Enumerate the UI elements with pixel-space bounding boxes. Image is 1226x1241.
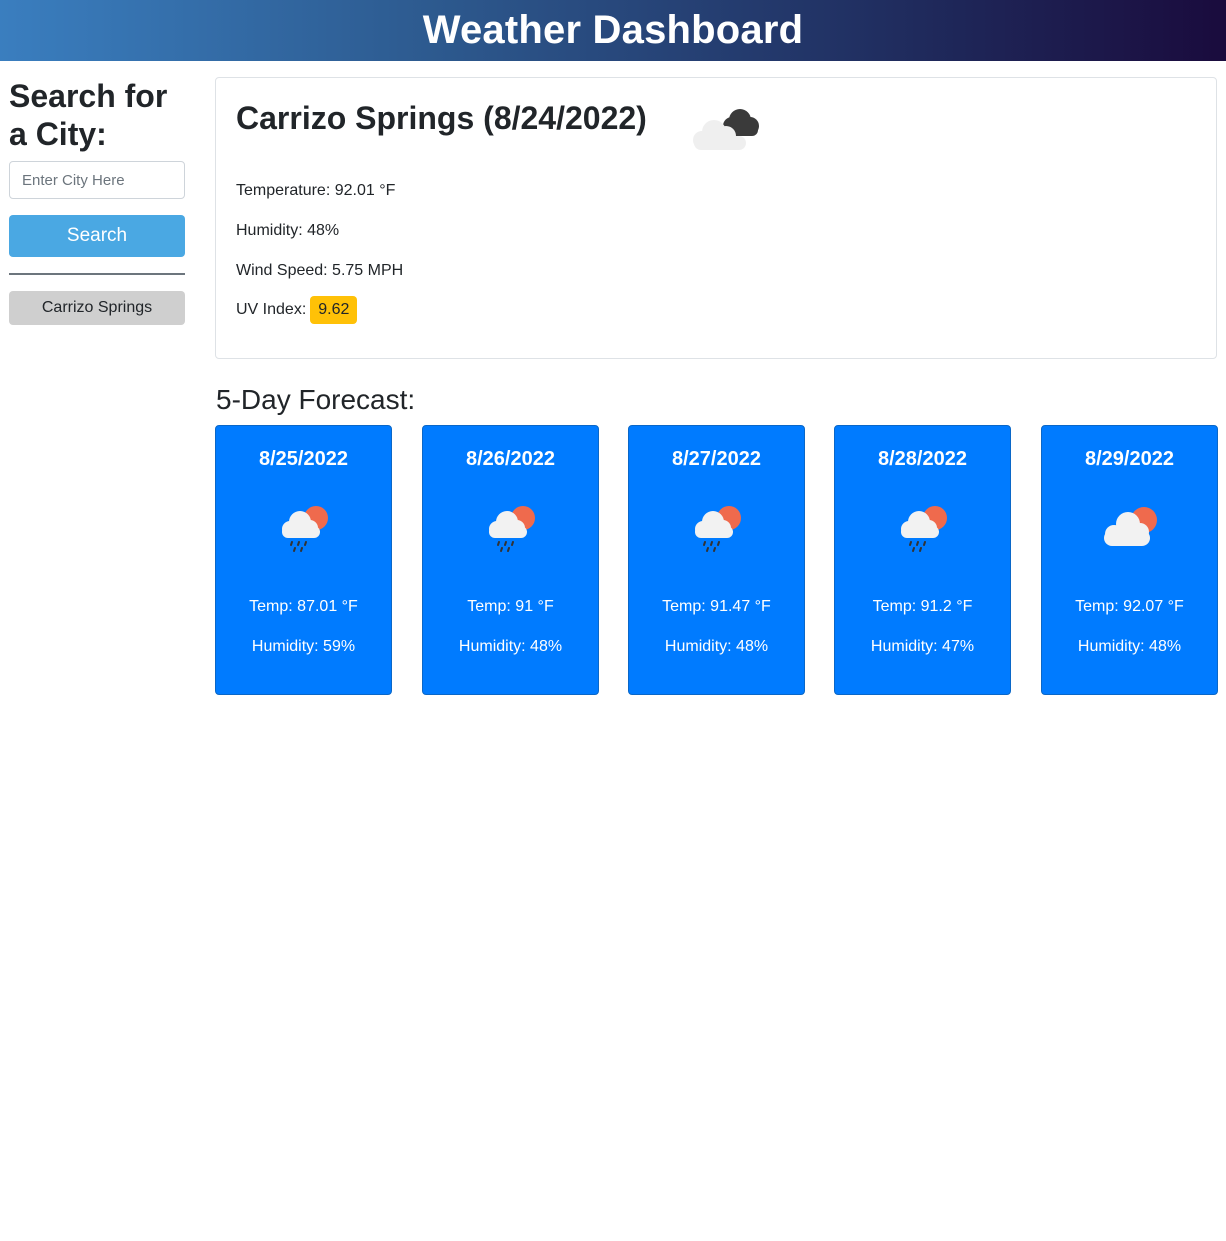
rain-cloud-sun-icon — [901, 506, 947, 552]
forecast-temp: Temp: 91.2 °F — [872, 598, 973, 615]
overcast-clouds-icon — [693, 109, 759, 150]
rain-cloud-sun-icon — [695, 506, 741, 552]
uv-label: UV Index: — [236, 301, 307, 318]
search-button[interactable]: Search — [9, 215, 185, 257]
forecast-temp: Temp: 91 °F — [467, 598, 554, 615]
forecast-humidity: Humidity: 47% — [870, 638, 975, 655]
city-search-input[interactable] — [9, 161, 185, 199]
current-city-title: Carrizo Springs (8/24/2022) — [236, 100, 647, 136]
forecast-date: 8/26/2022 — [466, 448, 555, 470]
forecast-heading: 5-Day Forecast: — [216, 384, 416, 415]
current-humidity: Humidity: 48% — [236, 222, 340, 239]
search-sidebar: Search for a City: Search Carrizo Spring… — [9, 77, 185, 325]
forecast-card: 8/29/2022 Temp: 92.07 °F Humidity: 48% — [1041, 425, 1218, 695]
sidebar-divider — [9, 273, 185, 275]
app-header: Weather Dashboard — [0, 0, 1226, 61]
forecast-date: 8/29/2022 — [1085, 448, 1174, 470]
forecast-date: 8/28/2022 — [878, 448, 967, 470]
forecast-card: 8/26/2022 Temp: 91 °F Humidity: 48% — [422, 425, 599, 695]
forecast-humidity: Humidity: 48% — [1077, 638, 1182, 655]
forecast-date: 8/27/2022 — [672, 448, 761, 470]
forecast-card: 8/27/2022 Temp: 91.47 °F Humidity: 48% — [628, 425, 805, 695]
forecast-humidity: Humidity: 59% — [251, 638, 356, 655]
current-wind-speed: Wind Speed: 5.75 MPH — [236, 262, 404, 279]
forecast-card: 8/25/2022 Temp: 87.01 °F Humidity: 59% — [215, 425, 392, 695]
forecast-humidity: Humidity: 48% — [664, 638, 769, 655]
current-weather-card: Carrizo Springs (8/24/2022) Temperature:… — [215, 77, 1217, 359]
page-title: Weather Dashboard — [422, 8, 804, 52]
forecast-date: 8/25/2022 — [259, 448, 348, 470]
cloud-sun-icon — [1104, 507, 1157, 546]
rain-cloud-sun-icon — [489, 506, 535, 552]
forecast-card: 8/28/2022 Temp: 91.2 °F Humidity: 47% — [834, 425, 1011, 695]
current-temperature: Temperature: 92.01 °F — [236, 182, 396, 199]
history-item-button[interactable]: Carrizo Springs — [9, 291, 185, 325]
forecast-temp: Temp: 91.47 °F — [662, 598, 771, 615]
search-heading: Search for a City: — [9, 78, 168, 152]
forecast-temp: Temp: 92.07 °F — [1075, 598, 1184, 615]
current-uv-row: UV Index: 9.62 — [236, 296, 358, 324]
uv-index-badge: 9.62 — [310, 296, 358, 324]
forecast-humidity: Humidity: 48% — [458, 638, 563, 655]
forecast-temp: Temp: 87.01 °F — [249, 598, 358, 615]
rain-cloud-sun-icon — [282, 506, 328, 552]
